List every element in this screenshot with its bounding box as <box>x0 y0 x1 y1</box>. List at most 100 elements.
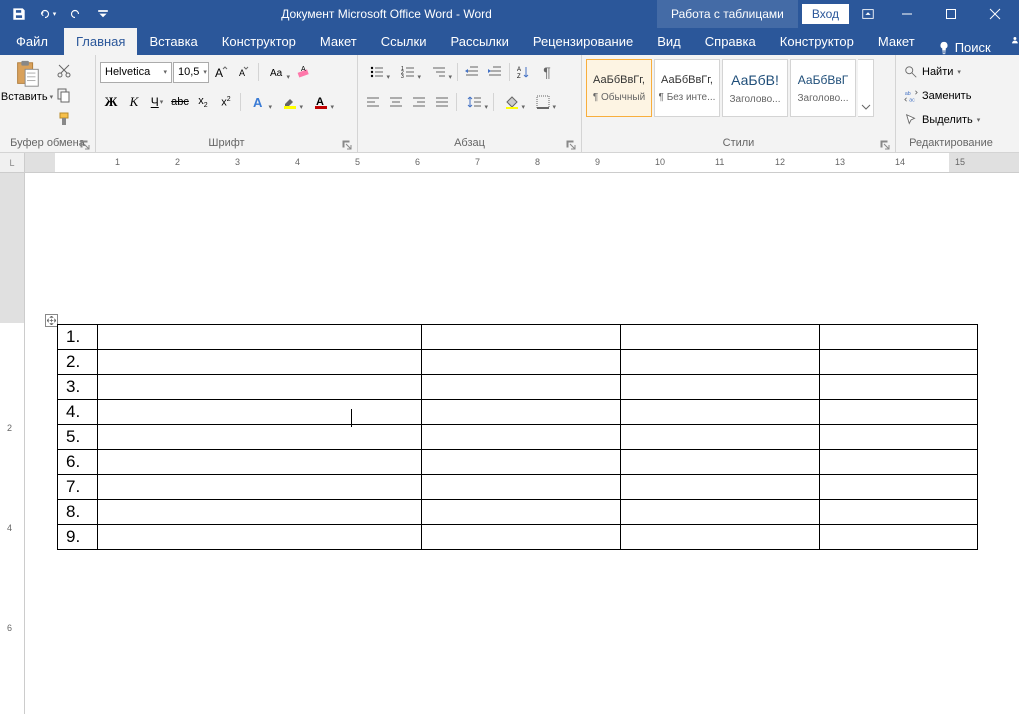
table-cell[interactable] <box>621 400 820 425</box>
page[interactable]: 1.2.3.4.5.6.7.8.9. <box>25 173 1019 714</box>
strikethrough-button[interactable]: abc <box>169 91 191 113</box>
close-button[interactable] <box>975 0 1015 28</box>
table-cell[interactable] <box>820 475 978 500</box>
style-no-spacing[interactable]: АаБбВвГг,¶ Без инте... <box>654 59 720 117</box>
table-cell[interactable] <box>820 525 978 550</box>
table-cell[interactable] <box>422 475 621 500</box>
tab-view[interactable]: Вид <box>645 28 693 55</box>
tab-table-layout[interactable]: Макет <box>866 28 927 55</box>
italic-button[interactable]: К <box>123 91 145 113</box>
bold-button[interactable]: Ж <box>100 91 122 113</box>
style-heading2[interactable]: АаБбВвГЗаголово... <box>790 59 856 117</box>
table-row[interactable]: 2. <box>58 350 978 375</box>
table-row[interactable]: 3. <box>58 375 978 400</box>
table-cell[interactable] <box>621 475 820 500</box>
font-launcher[interactable] <box>341 138 353 150</box>
shrink-font-button[interactable]: A <box>233 61 255 83</box>
table-cell[interactable]: 4. <box>58 400 98 425</box>
table-cell[interactable] <box>820 350 978 375</box>
tab-help[interactable]: Справка <box>693 28 768 55</box>
table-cell[interactable]: 5. <box>58 425 98 450</box>
share-button[interactable]: Общий доступ <box>1001 25 1019 55</box>
select-button[interactable]: Выделить▾ <box>900 109 984 131</box>
table-cell[interactable] <box>98 450 422 475</box>
sort-button[interactable]: AZ <box>513 61 535 83</box>
table-cell[interactable] <box>621 525 820 550</box>
table-row[interactable]: 9. <box>58 525 978 550</box>
horizontal-ruler[interactable]: /*ticks generated below*/ 12345678910111… <box>25 153 1019 173</box>
table-cell[interactable]: 1. <box>58 325 98 350</box>
styles-launcher[interactable] <box>879 138 891 150</box>
tab-layout[interactable]: Макет <box>308 28 369 55</box>
table-cell[interactable] <box>621 325 820 350</box>
paste-button[interactable]: Вставить▾ <box>4 57 50 103</box>
table-row[interactable]: 4. <box>58 400 978 425</box>
numbering-button[interactable]: 123 <box>393 61 423 83</box>
table-cell[interactable] <box>422 350 621 375</box>
table-row[interactable]: 5. <box>58 425 978 450</box>
table-cell[interactable]: 7. <box>58 475 98 500</box>
table-cell[interactable] <box>621 450 820 475</box>
style-normal[interactable]: АаБбВвГг,¶ Обычный <box>586 59 652 117</box>
table-cell[interactable] <box>820 425 978 450</box>
tab-file[interactable]: Файл <box>0 28 64 55</box>
multilevel-list-button[interactable] <box>424 61 454 83</box>
tab-references[interactable]: Ссылки <box>369 28 439 55</box>
increase-indent-button[interactable] <box>484 61 506 83</box>
copy-button[interactable] <box>54 85 74 105</box>
table-cell[interactable] <box>422 525 621 550</box>
tab-insert[interactable]: Вставка <box>137 28 209 55</box>
clipboard-launcher[interactable] <box>79 138 91 150</box>
align-left-button[interactable] <box>362 91 384 113</box>
signin-button[interactable]: Вход <box>802 4 849 24</box>
font-color-button[interactable]: A <box>306 91 336 113</box>
table-cell[interactable] <box>98 525 422 550</box>
undo-button[interactable]: ▾ <box>34 1 60 27</box>
grow-font-button[interactable]: A <box>210 61 232 83</box>
table-row[interactable]: 7. <box>58 475 978 500</box>
tab-design[interactable]: Конструктор <box>210 28 308 55</box>
save-button[interactable] <box>6 1 32 27</box>
style-heading1[interactable]: АаБбВ!Заголово... <box>722 59 788 117</box>
table-row[interactable]: 8. <box>58 500 978 525</box>
shading-button[interactable] <box>497 91 527 113</box>
font-name-select[interactable]: Helvetica▾ <box>100 62 172 83</box>
table-cell[interactable] <box>820 325 978 350</box>
table-cell[interactable] <box>422 325 621 350</box>
borders-button[interactable] <box>528 91 558 113</box>
table-row[interactable]: 6. <box>58 450 978 475</box>
table-cell[interactable] <box>98 325 422 350</box>
table-cell[interactable] <box>621 350 820 375</box>
justify-button[interactable] <box>431 91 453 113</box>
table-cell[interactable]: 2. <box>58 350 98 375</box>
table-cell[interactable] <box>820 500 978 525</box>
clear-formatting-button[interactable]: A <box>293 61 315 83</box>
show-marks-button[interactable]: ¶ <box>536 61 558 83</box>
table-cell[interactable] <box>820 375 978 400</box>
table-cell[interactable] <box>98 425 422 450</box>
table-cell[interactable]: 6. <box>58 450 98 475</box>
table-cell[interactable] <box>422 375 621 400</box>
table-row[interactable]: 1. <box>58 325 978 350</box>
table-cell[interactable] <box>422 425 621 450</box>
decrease-indent-button[interactable] <box>461 61 483 83</box>
find-button[interactable]: Найти▾ <box>900 61 965 83</box>
table-cell[interactable] <box>98 500 422 525</box>
tab-mailings[interactable]: Рассылки <box>438 28 520 55</box>
cut-button[interactable] <box>54 61 74 81</box>
vertical-ruler[interactable]: 246 <box>0 173 25 714</box>
change-case-button[interactable]: Aa <box>262 61 292 83</box>
align-center-button[interactable] <box>385 91 407 113</box>
tab-review[interactable]: Рецензирование <box>521 28 645 55</box>
paragraph-launcher[interactable] <box>565 138 577 150</box>
format-painter-button[interactable] <box>54 109 74 129</box>
table-cell[interactable] <box>422 450 621 475</box>
table-cell[interactable]: 9. <box>58 525 98 550</box>
font-size-select[interactable]: 10,5▾ <box>173 62 209 83</box>
table-cell[interactable] <box>422 500 621 525</box>
table-cell[interactable] <box>98 475 422 500</box>
table-cell[interactable] <box>98 375 422 400</box>
document-table[interactable]: 1.2.3.4.5.6.7.8.9. <box>57 324 978 550</box>
table-cell[interactable]: 3. <box>58 375 98 400</box>
line-spacing-button[interactable] <box>460 91 490 113</box>
